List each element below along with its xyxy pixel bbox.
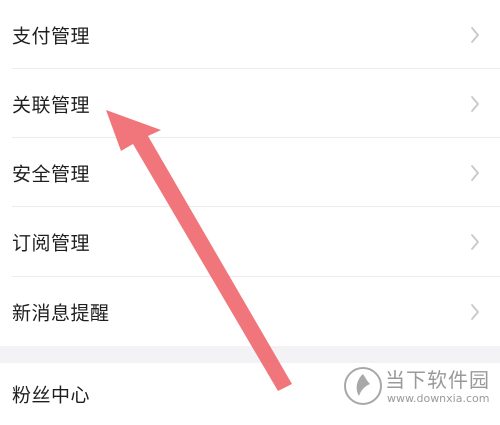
chevron-right-icon bbox=[471, 234, 479, 250]
chevron-right-icon bbox=[471, 304, 479, 320]
menu-item-label: 支付管理 bbox=[12, 25, 91, 48]
downxia-logo-icon bbox=[344, 367, 382, 405]
menu-item-label: 订阅管理 bbox=[12, 232, 91, 255]
watermark-text: 当下软件园 bbox=[385, 368, 490, 392]
chevron-right-icon bbox=[471, 96, 479, 112]
menu-item-linked-management[interactable]: 关联管理 bbox=[0, 69, 500, 139]
menu-item-new-message-notification[interactable]: 新消息提醒 bbox=[0, 277, 500, 347]
settings-screen: 支付管理 关联管理 安全管理 订阅管理 新消息提醒 粉丝中心 当下软件园 www… bbox=[0, 0, 500, 425]
menu-item-payment-management[interactable]: 支付管理 bbox=[0, 0, 500, 70]
chevron-right-icon bbox=[471, 27, 479, 43]
watermark-url: www.downxia.com bbox=[387, 392, 490, 405]
menu-item-label: 粉丝中心 bbox=[12, 384, 91, 407]
menu-item-label: 安全管理 bbox=[12, 163, 91, 186]
menu-item-label: 新消息提醒 bbox=[12, 302, 110, 325]
menu-item-label: 关联管理 bbox=[12, 94, 91, 117]
menu-item-security-management[interactable]: 安全管理 bbox=[0, 138, 500, 208]
section-separator bbox=[0, 346, 500, 363]
menu-item-subscription-management[interactable]: 订阅管理 bbox=[0, 207, 500, 277]
chevron-right-icon bbox=[471, 165, 479, 181]
watermark: 当下软件园 www.downxia.com bbox=[343, 364, 493, 412]
